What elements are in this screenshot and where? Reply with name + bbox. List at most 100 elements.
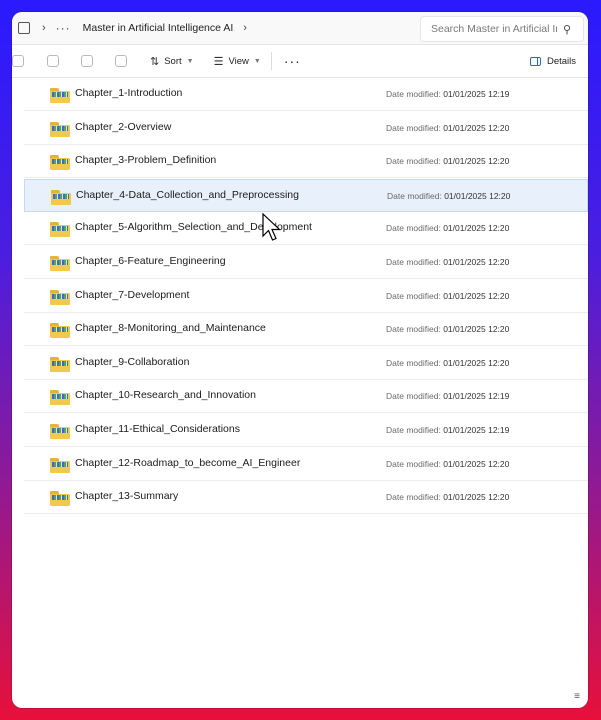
list-item[interactable]: Chapter_13-Summary Date modified: 01/01/2…: [24, 481, 588, 514]
date-modified-value: 01/01/2025 12:20: [443, 123, 510, 133]
list-item[interactable]: Chapter_4-Data_Collection_and_Preprocess…: [24, 179, 588, 212]
file-name[interactable]: Chapter_12-Roadmap_to_become_AI_Engineer: [75, 448, 300, 481]
date-modified-value: 01/01/2025 12:20: [443, 156, 510, 166]
date-modified-label: Date modified:: [386, 459, 441, 469]
file-name[interactable]: Chapter_7-Development: [75, 280, 189, 313]
file-name[interactable]: Chapter_10-Research_and_Innovation: [75, 380, 256, 413]
date-modified-value: 01/01/2025 12:20: [443, 358, 510, 368]
list-item[interactable]: Chapter_8-Monitoring_and_Maintenance Date…: [24, 313, 588, 346]
chevron-down-icon: ▼: [186, 57, 194, 65]
date-modified-value: 01/01/2025 12:19: [443, 425, 510, 435]
folder-icon: [50, 256, 70, 271]
sort-icon: ⇅: [150, 55, 160, 68]
folder-icon: [50, 424, 70, 439]
date-modified-label: Date modified:: [386, 425, 441, 435]
file-name[interactable]: Chapter_1-Introduction: [75, 78, 182, 111]
date-modified-label: Date modified:: [386, 291, 441, 301]
date-modified: Date modified: 01/01/2025 12:20: [386, 280, 509, 313]
search-icon[interactable]: ⚲: [563, 23, 571, 36]
search-input[interactable]: Search Master in Artificial In: [431, 23, 557, 35]
toolbar-divider: [270, 52, 272, 70]
date-modified: Date modified: 01/01/2025 12:19: [386, 78, 509, 111]
sort-label: Sort: [164, 55, 182, 67]
file-name[interactable]: Chapter_9-Collaboration: [75, 347, 189, 380]
date-modified: Date modified: 01/01/2025 12:20: [387, 180, 510, 213]
date-modified-value: 01/01/2025 12:20: [443, 223, 510, 233]
date-modified: Date modified: 01/01/2025 12:19: [386, 414, 509, 447]
date-modified: Date modified: 01/01/2025 12:19: [386, 380, 509, 413]
date-modified-label: Date modified:: [386, 156, 441, 166]
date-modified-value: 01/01/2025 12:20: [443, 492, 510, 502]
rename-icon[interactable]: [47, 55, 59, 67]
folder-icon: [51, 190, 71, 205]
date-modified-label: Date modified:: [386, 257, 441, 267]
folder-icon: [50, 323, 70, 338]
date-modified-label: Date modified:: [387, 191, 442, 201]
file-name[interactable]: Chapter_13-Summary: [75, 481, 178, 514]
more-options-button[interactable]: ···: [284, 53, 301, 69]
this-pc-icon[interactable]: [18, 22, 30, 34]
file-name[interactable]: Chapter_4-Data_Collection_and_Preprocess…: [76, 180, 299, 213]
date-modified-value: 01/01/2025 12:20: [443, 257, 510, 267]
list-item[interactable]: Chapter_11-Ethical_Considerations Date mo…: [24, 414, 588, 447]
list-item[interactable]: Chapter_9-Collaboration Date modified: 01…: [24, 347, 588, 380]
date-modified-value: 01/01/2025 12:19: [443, 391, 510, 401]
date-modified: Date modified: 01/01/2025 12:20: [386, 347, 509, 380]
folder-icon: [50, 122, 70, 137]
details-pane-icon: [529, 56, 541, 66]
sort-button[interactable]: ⇅ Sort ▼: [150, 55, 194, 68]
list-item[interactable]: Chapter_1-Introduction Date modified: 01/…: [24, 78, 588, 111]
delete-icon[interactable]: [115, 55, 127, 67]
date-modified-label: Date modified:: [386, 123, 441, 133]
more-path-icon[interactable]: ···: [56, 21, 71, 35]
folder-icon: [50, 357, 70, 372]
date-modified-label: Date modified:: [386, 391, 441, 401]
date-modified: Date modified: 01/01/2025 12:20: [386, 481, 509, 514]
details-view-icon[interactable]: ≡: [574, 691, 580, 702]
file-name[interactable]: Chapter_11-Ethical_Considerations: [75, 414, 240, 447]
file-name[interactable]: Chapter_3-Problem_Definition: [75, 145, 216, 178]
date-modified-value: 01/01/2025 12:20: [443, 324, 510, 334]
date-modified-value: 01/01/2025 12:20: [444, 191, 511, 201]
date-modified-label: Date modified:: [386, 324, 441, 334]
date-modified-label: Date modified:: [386, 358, 441, 368]
date-modified-label: Date modified:: [386, 89, 441, 99]
view-list-icon: ☰: [213, 55, 224, 68]
date-modified: Date modified: 01/01/2025 12:20: [386, 448, 509, 481]
file-name[interactable]: Chapter_8-Monitoring_and_Maintenance: [75, 313, 266, 346]
list-item[interactable]: Chapter_6-Feature_Engineering Date modifi…: [24, 246, 588, 279]
chevron-right-icon[interactable]: ›: [243, 22, 247, 34]
file-name[interactable]: Chapter_2-Overview: [75, 112, 171, 145]
share-icon[interactable]: [81, 55, 93, 67]
folder-icon: [50, 390, 70, 405]
list-item[interactable]: Chapter_12-Roadmap_to_become_AI_Engineer…: [24, 448, 588, 481]
folder-icon: [50, 458, 70, 473]
folder-icon: [50, 222, 70, 237]
details-label: Details: [546, 55, 576, 67]
details-button[interactable]: Details: [529, 45, 576, 77]
folder-icon: [50, 155, 70, 170]
date-modified-value: 01/01/2025 12:20: [443, 291, 510, 301]
copy-icon[interactable]: [12, 55, 24, 67]
list-item[interactable]: Chapter_10-Research_and_Innovation Date m…: [24, 380, 588, 413]
date-modified: Date modified: 01/01/2025 12:20: [386, 313, 509, 346]
folder-icon: [50, 290, 70, 305]
date-modified-value: 01/01/2025 12:20: [443, 459, 510, 469]
date-modified-value: 01/01/2025 12:19: [443, 89, 510, 99]
list-item[interactable]: Chapter_7-Development Date modified: 01/0…: [24, 280, 588, 313]
list-item[interactable]: Chapter_2-Overview Date modified: 01/01/2…: [24, 112, 588, 145]
list-item[interactable]: Chapter_5-Algorithm_Selection_and_Develo…: [24, 212, 588, 245]
date-modified: Date modified: 01/01/2025 12:20: [386, 212, 509, 245]
file-explorer-window: › ··· Master in Artificial Intelligence …: [12, 12, 588, 708]
chevron-right-icon[interactable]: ›: [42, 22, 46, 34]
view-label: View: [228, 55, 249, 67]
folder-icon: [50, 491, 70, 506]
search-box[interactable]: Search Master in Artificial In ⚲: [420, 16, 584, 42]
folder-icon: [50, 88, 70, 103]
command-bar: ⇅ Sort ▼ ☰ View ▼ ··· Details: [12, 45, 588, 78]
view-button[interactable]: ☰ View ▼: [214, 55, 261, 68]
list-item[interactable]: Chapter_3-Problem_Definition Date modifie…: [24, 145, 588, 178]
file-name[interactable]: Chapter_6-Feature_Engineering: [75, 246, 226, 279]
breadcrumb-current-folder[interactable]: Master in Artificial Intelligence AI: [83, 22, 234, 34]
date-modified: Date modified: 01/01/2025 12:20: [386, 112, 509, 145]
